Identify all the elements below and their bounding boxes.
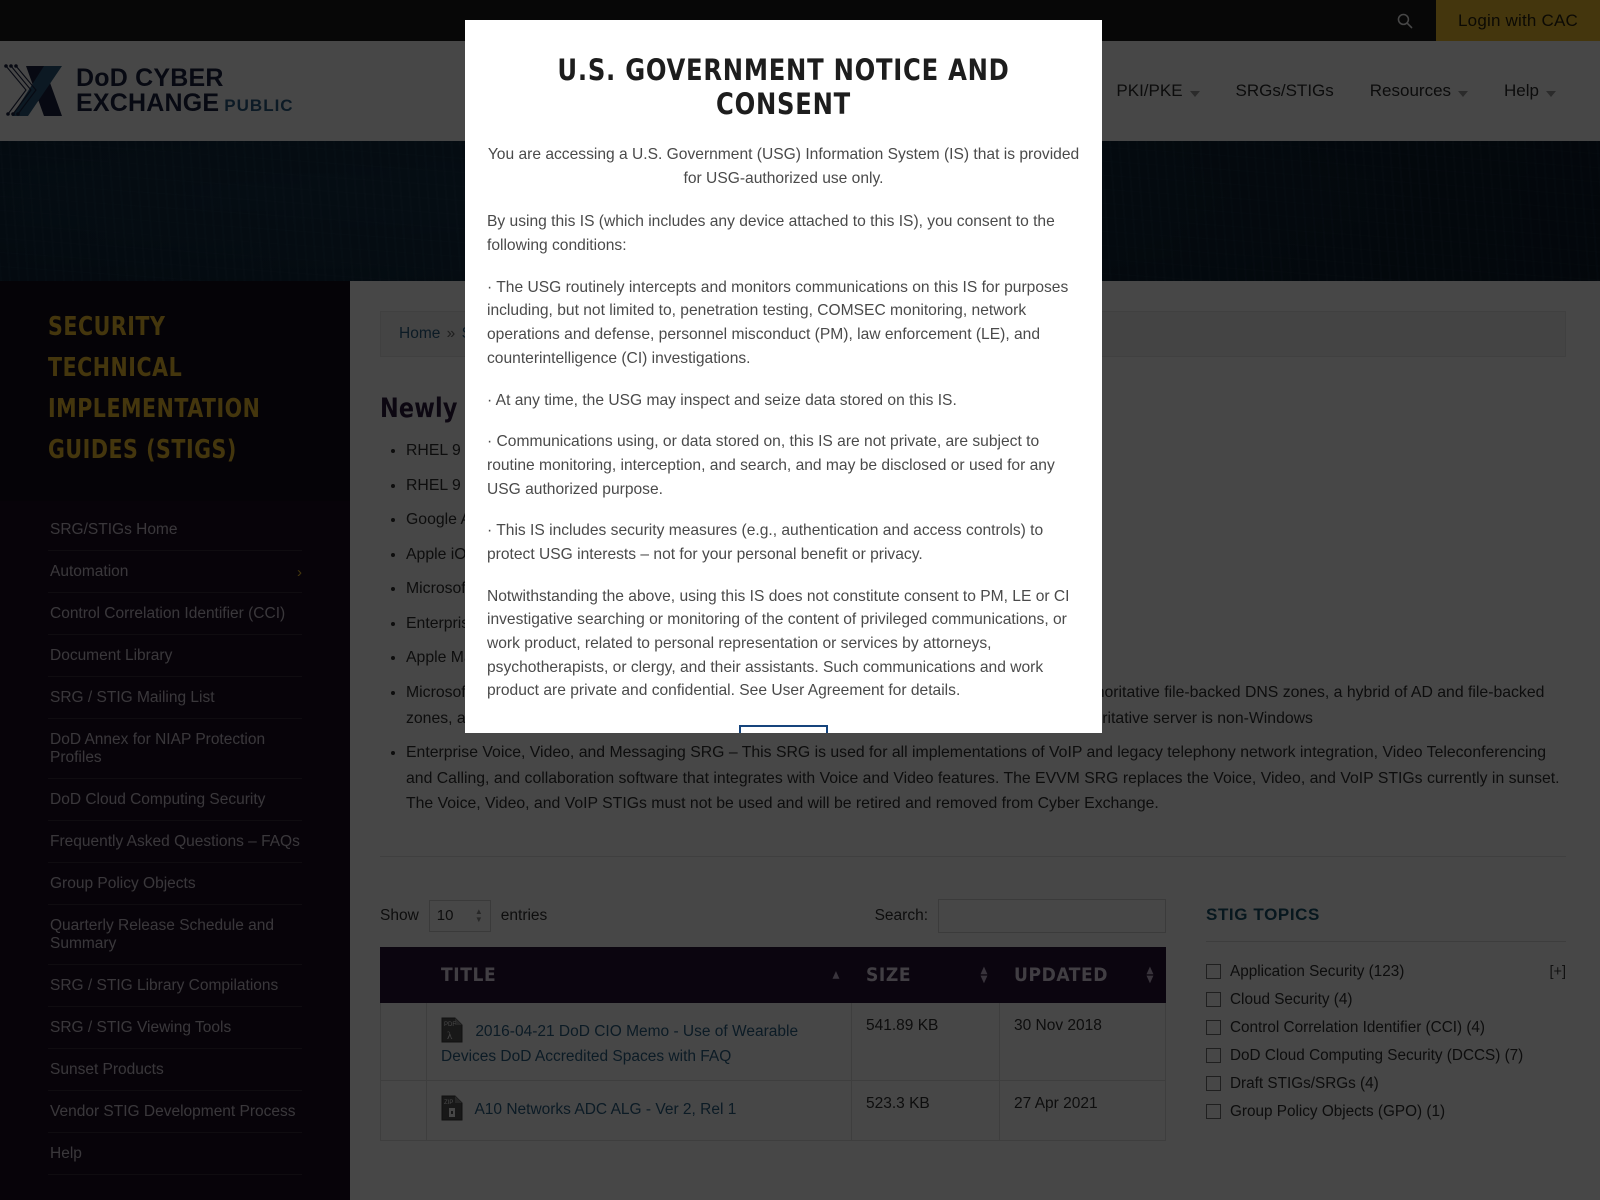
modal-paragraph: · At any time, the USG may inspect and s… bbox=[487, 391, 957, 409]
modal-paragraph: · Communications using, or data stored o… bbox=[487, 433, 1055, 498]
modal-paragraph: · The USG routinely intercepts and monit… bbox=[487, 278, 1069, 367]
modal-lead-text: You are accessing a U.S. Government (USG… bbox=[487, 146, 1080, 187]
modal-paragraph: · This IS includes security measures (e.… bbox=[487, 522, 1044, 563]
modal-paragraph: Notwithstanding the above, using this IS… bbox=[487, 587, 1070, 700]
page-root: Login with CAC bbox=[0, 0, 1600, 1200]
modal-actions: OK bbox=[487, 725, 1080, 733]
modal-paragraph: By using this IS (which includes any dev… bbox=[487, 213, 1055, 255]
notice-and-consent-modal: U.S. Government Notice and Consent You a… bbox=[465, 20, 1102, 733]
ok-button[interactable]: OK bbox=[739, 725, 828, 733]
modal-title: U.S. Government Notice and Consent bbox=[557, 53, 1010, 121]
